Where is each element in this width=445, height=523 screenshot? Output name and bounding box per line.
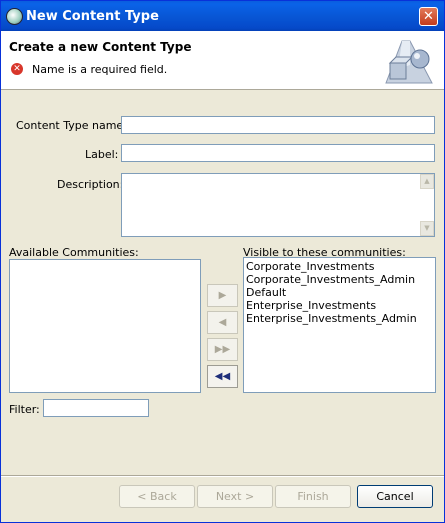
visible-communities-list[interactable]: Corporate_Investments Corporate_Investme…	[243, 257, 436, 393]
app-icon	[6, 8, 23, 25]
filter-label: Filter:	[9, 403, 40, 416]
content-type-name-input[interactable]	[121, 116, 435, 134]
arrow-left-icon: ◀	[218, 317, 227, 328]
error-message: Name is a required field.	[32, 63, 168, 76]
next-button[interactable]: Next >	[197, 485, 273, 508]
dialog-window: New Content Type ✕ Create a new Content …	[0, 0, 445, 523]
scroll-up-icon[interactable]: ▲	[420, 174, 434, 189]
wizard-banner-icon	[385, 40, 433, 84]
footer-separator	[1, 475, 444, 477]
page-title: Create a new Content Type	[9, 40, 192, 54]
description-textarea[interactable]: ▲ ▼	[121, 173, 435, 237]
title-bar[interactable]: New Content Type ✕	[1, 1, 444, 31]
list-item[interactable]: Corporate_Investments_Admin	[246, 273, 435, 286]
error-icon: ✕	[11, 63, 23, 75]
label-field-label: Label:	[85, 148, 119, 161]
double-arrow-left-icon: ◀◀	[214, 371, 231, 382]
wizard-header: Create a new Content Type ✕ Name is a re…	[1, 31, 444, 90]
list-item[interactable]: Enterprise_Investments_Admin	[246, 312, 435, 325]
double-arrow-right-icon: ▶▶	[214, 344, 231, 355]
label-input[interactable]	[121, 144, 435, 162]
available-communities-list[interactable]	[9, 259, 201, 393]
window-title: New Content Type	[26, 9, 159, 24]
list-item[interactable]: Corporate_Investments	[246, 260, 435, 273]
list-item[interactable]: Default	[246, 286, 435, 299]
cancel-button[interactable]: Cancel	[357, 485, 433, 508]
add-all-communities-button[interactable]: ▶▶	[207, 338, 238, 361]
back-button[interactable]: < Back	[119, 485, 195, 508]
finish-button[interactable]: Finish	[275, 485, 351, 508]
scroll-down-icon[interactable]: ▼	[420, 221, 434, 236]
arrow-right-icon: ▶	[218, 290, 227, 301]
available-communities-label: Available Communities:	[9, 246, 139, 259]
content-type-name-label: Content Type name:	[16, 119, 127, 132]
add-community-button[interactable]: ▶	[207, 284, 238, 307]
description-label: Description:	[57, 178, 124, 191]
filter-input[interactable]	[43, 399, 149, 417]
remove-community-button[interactable]: ◀	[207, 311, 238, 334]
remove-all-communities-button[interactable]: ◀◀	[207, 365, 238, 388]
close-icon: ✕	[423, 9, 434, 24]
close-button[interactable]: ✕	[419, 7, 438, 26]
list-item[interactable]: Enterprise_Investments	[246, 299, 435, 312]
